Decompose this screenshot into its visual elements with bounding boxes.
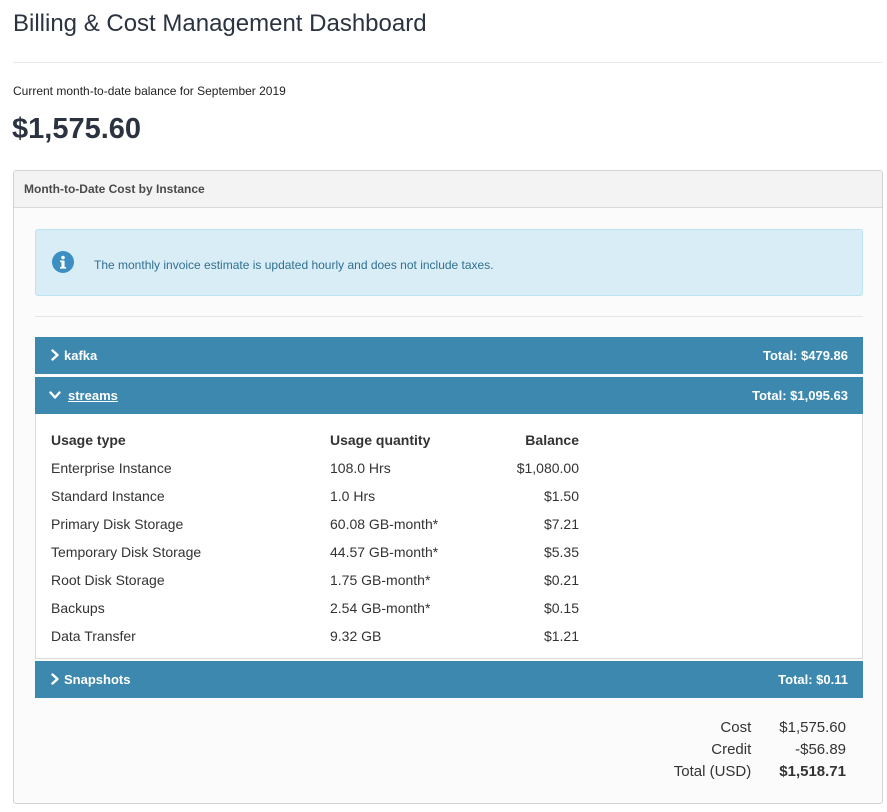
usage-type-cell: Data Transfer bbox=[51, 628, 136, 644]
info-alert: The monthly invoice estimate is updated … bbox=[35, 229, 863, 296]
usage-quantity-cell: 2.54 GB-month* bbox=[330, 600, 431, 616]
cost-by-instance-panel: Month-to-Date Cost by Instance The month… bbox=[13, 170, 883, 804]
usage-quantity-cell: 44.57 GB-month* bbox=[330, 544, 439, 560]
page-title: Billing & Cost Management Dashboard bbox=[13, 10, 427, 37]
usage-type-cell: Enterprise Instance bbox=[51, 460, 172, 476]
chevron-right-icon bbox=[49, 673, 61, 685]
usage-quantity-cell: 60.08 GB-month* bbox=[330, 516, 439, 532]
group-name-streams[interactable]: streams bbox=[68, 388, 118, 403]
group-header-snapshots[interactable]: Snapshots Total: $0.11 bbox=[35, 661, 863, 698]
summary-row-credit: Credit -$56.89 bbox=[674, 738, 846, 760]
usage-type-cell: Backups bbox=[51, 600, 105, 616]
info-message: The monthly invoice estimate is updated … bbox=[94, 258, 494, 272]
table-row: Data Transfer 9.32 GB $1.21 bbox=[51, 622, 579, 650]
table-row: Enterprise Instance 108.0 Hrs $1,080.00 bbox=[51, 454, 579, 482]
usage-quantity-cell: 9.32 GB bbox=[330, 628, 382, 644]
usage-type-cell: Primary Disk Storage bbox=[51, 516, 184, 532]
streams-usage-details: Usage type Usage quantity Balance Enterp… bbox=[35, 414, 863, 659]
summary-row-total: Total (USD) $1,518.71 bbox=[674, 760, 846, 782]
panel-title: Month-to-Date Cost by Instance bbox=[14, 171, 882, 208]
credit-label: Credit bbox=[711, 740, 752, 758]
usage-quantity-cell: 1.0 Hrs bbox=[330, 488, 376, 504]
credit-value: -$56.89 bbox=[795, 740, 846, 758]
table-row: Backups 2.54 GB-month* $0.15 bbox=[51, 594, 579, 622]
header-usage-quantity: Usage quantity bbox=[330, 432, 431, 448]
group-header-streams[interactable]: streams Total: $1,095.63 bbox=[35, 377, 863, 414]
group-name-snapshots: Snapshots bbox=[64, 672, 131, 687]
title-divider bbox=[13, 62, 882, 63]
section-divider bbox=[35, 316, 863, 317]
usage-type-cell: Standard Instance bbox=[51, 488, 165, 504]
summary-row-cost: Cost $1,575.60 bbox=[674, 716, 846, 738]
group-total-snapshots: Total: $0.11 bbox=[778, 672, 848, 687]
usage-table-header-row: Usage type Usage quantity Balance bbox=[51, 426, 579, 454]
balance-caption: Current month-to-date balance for Septem… bbox=[13, 84, 286, 98]
cost-value: $1,575.60 bbox=[779, 718, 846, 736]
balance-cell: $0.21 bbox=[543, 572, 579, 588]
info-circle-icon bbox=[52, 251, 74, 273]
usage-type-cell: Root Disk Storage bbox=[51, 572, 165, 588]
balance-cell: $5.35 bbox=[543, 544, 579, 560]
group-total-kafka: Total: $479.86 bbox=[762, 348, 848, 363]
usage-table: Usage type Usage quantity Balance Enterp… bbox=[51, 426, 579, 650]
cost-label: Cost bbox=[720, 718, 752, 736]
table-row: Temporary Disk Storage 44.57 GB-month* $… bbox=[51, 538, 579, 566]
group-name-kafka: kafka bbox=[64, 348, 98, 363]
usage-quantity-cell: 1.75 GB-month* bbox=[330, 572, 431, 588]
usage-type-cell: Temporary Disk Storage bbox=[51, 544, 202, 560]
header-balance: Balance bbox=[525, 432, 579, 448]
total-label: Total (USD) bbox=[673, 762, 752, 780]
chevron-right-icon bbox=[49, 349, 61, 361]
balance-cell: $1,080.00 bbox=[516, 460, 579, 476]
balance-cell: $0.15 bbox=[543, 600, 579, 616]
balance-cell: $7.21 bbox=[543, 516, 579, 532]
balance-cell: $1.50 bbox=[543, 488, 579, 504]
table-row: Standard Instance 1.0 Hrs $1.50 bbox=[51, 482, 579, 510]
table-row: Root Disk Storage 1.75 GB-month* $0.21 bbox=[51, 566, 579, 594]
chevron-down-icon bbox=[49, 389, 61, 401]
group-header-kafka[interactable]: kafka Total: $479.86 bbox=[35, 337, 863, 374]
cost-summary: Cost $1,575.60 Credit -$56.89 Total (USD… bbox=[674, 716, 846, 782]
usage-quantity-cell: 108.0 Hrs bbox=[330, 460, 391, 476]
balance-cell: $1.21 bbox=[543, 628, 579, 644]
header-usage-type: Usage type bbox=[51, 432, 126, 448]
total-value: $1,518.71 bbox=[779, 762, 846, 780]
group-total-streams: Total: $1,095.63 bbox=[752, 388, 848, 403]
table-row: Primary Disk Storage 60.08 GB-month* $7.… bbox=[51, 510, 579, 538]
balance-amount: $1,575.60 bbox=[12, 113, 142, 145]
